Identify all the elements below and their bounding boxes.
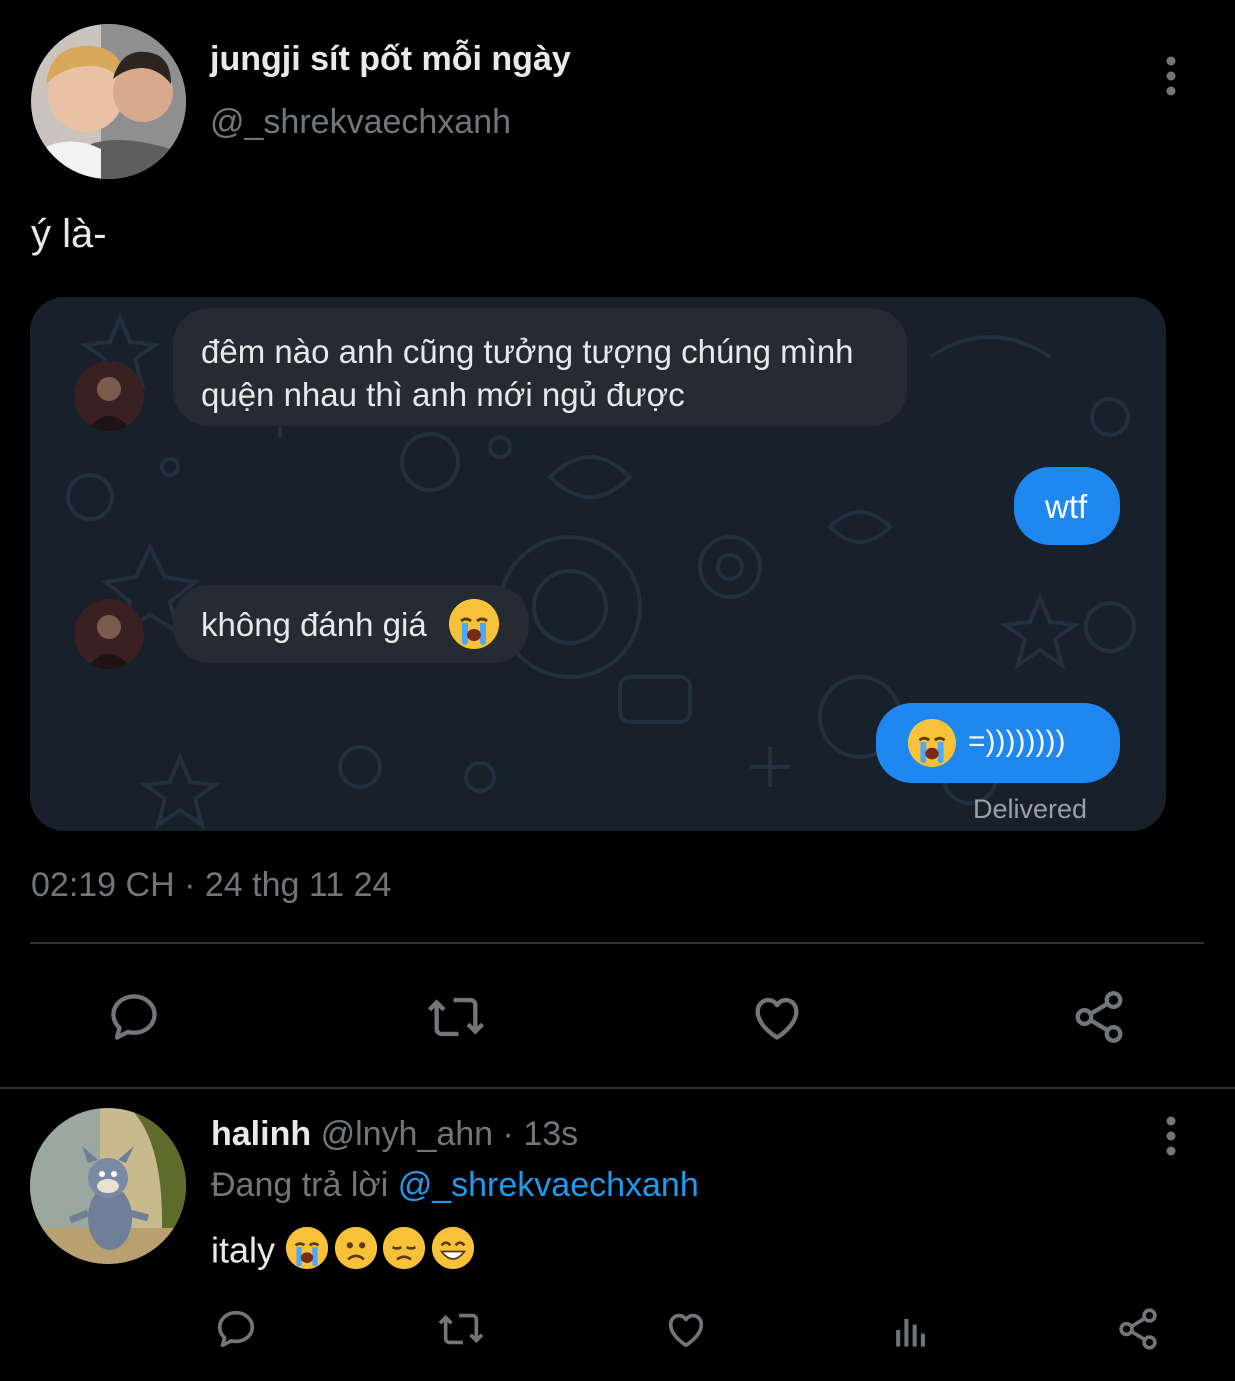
author-handle[interactable]: @_shrekvaechxanh — [210, 103, 511, 142]
more-vertical-icon[interactable] — [1160, 1116, 1182, 1156]
reply-display-name[interactable]: halinh — [211, 1115, 311, 1153]
message-text: không đánh giá — [201, 606, 427, 643]
retweet-icon[interactable] — [424, 988, 488, 1046]
share-icon[interactable] — [1115, 1306, 1161, 1352]
retweet-icon[interactable] — [435, 1306, 487, 1352]
sender-avatar[interactable] — [74, 599, 144, 669]
disappointed-face-emoji — [382, 1226, 426, 1275]
author-avatar[interactable] — [31, 24, 186, 179]
delivery-status: Delivered — [973, 794, 1088, 824]
message-bubble-outgoing: =)))))))) — [876, 703, 1120, 783]
more-vertical-icon[interactable] — [1160, 56, 1182, 96]
reply-header: halinh @lnyh_ahn · 13s — [211, 1115, 578, 1154]
author-display-name[interactable]: jungji sít pốt mỗi ngày — [210, 40, 571, 79]
grinning-face-emoji — [431, 1226, 475, 1275]
message-text: wtf — [1045, 488, 1088, 525]
chat-screenshot[interactable]: đêm nào anh cũng tưởng tượng chúng mình … — [30, 297, 1166, 831]
message-text-line: đêm nào anh cũng tưởng tượng chúng mình — [201, 333, 854, 370]
message-bubble-incoming: đêm nào anh cũng tưởng tượng chúng mình … — [173, 308, 907, 426]
crying-face-emoji — [285, 1226, 329, 1275]
crying-face-emoji — [449, 599, 499, 649]
sender-avatar[interactable] — [74, 361, 144, 431]
reply-icon[interactable] — [213, 1306, 259, 1352]
message-bubble-incoming: không đánh giá — [173, 585, 529, 663]
message-text: =)))))))) — [968, 725, 1066, 758]
tweet-timestamp[interactable]: 02:19 CH · 24 thg 11 24 — [31, 866, 391, 905]
replying-to-mention[interactable]: @_shrekvaechxanh — [398, 1166, 699, 1204]
replying-to-prefix: Đang trả lời — [211, 1166, 389, 1204]
tweet-text: ý là- — [31, 212, 107, 256]
share-icon[interactable] — [1070, 988, 1128, 1046]
message-bubble-outgoing: wtf — [1014, 467, 1120, 545]
message-text-line: quện nhau thì anh mới ngủ được — [201, 376, 685, 413]
crying-face-emoji — [908, 719, 956, 767]
divider — [30, 942, 1204, 944]
reply-icon[interactable] — [105, 988, 163, 1046]
worried-face-emoji — [334, 1226, 378, 1275]
reply-handle[interactable]: @lnyh_ahn — [321, 1115, 494, 1153]
reply-text: italy — [211, 1229, 276, 1271]
reply-text-row: italy — [211, 1226, 475, 1274]
like-icon[interactable] — [663, 1306, 709, 1352]
reply-author-avatar[interactable] — [30, 1108, 186, 1264]
divider — [0, 1087, 1235, 1089]
reply-time[interactable]: · 13s — [503, 1115, 579, 1153]
replying-to-line: Đang trả lời @_shrekvaechxanh — [211, 1166, 699, 1205]
like-icon[interactable] — [748, 988, 806, 1046]
analytics-icon[interactable] — [889, 1308, 933, 1352]
